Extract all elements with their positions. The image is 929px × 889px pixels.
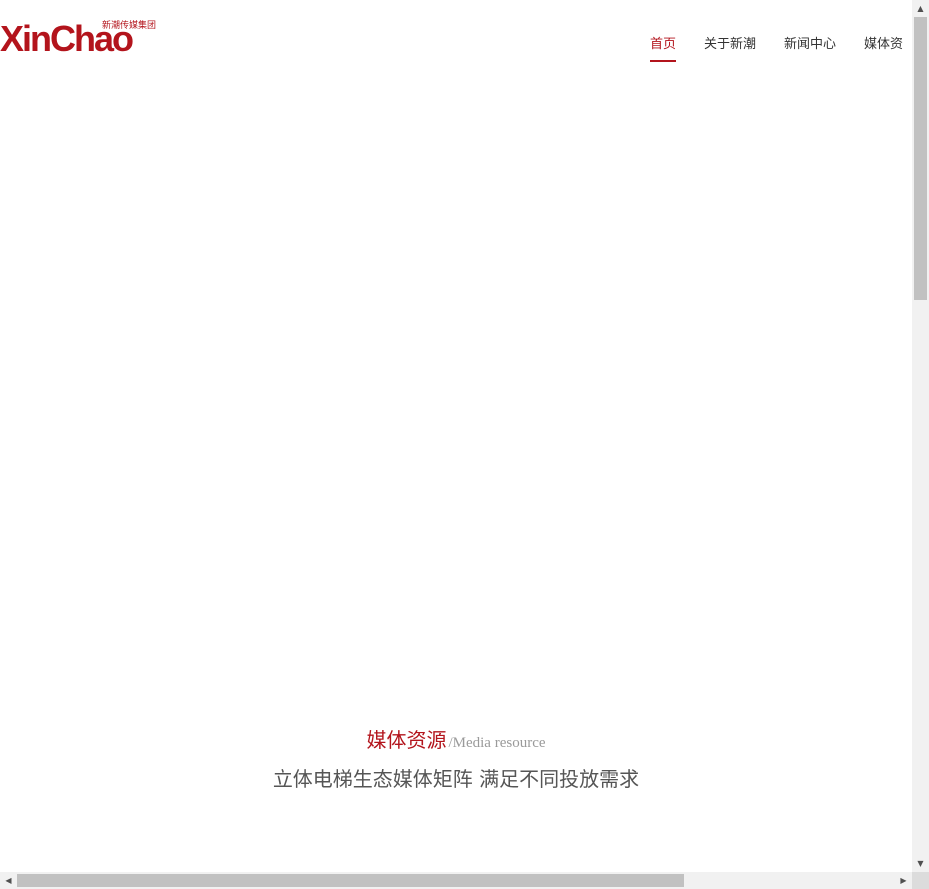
nav-item-media[interactable]: 媒体资 bbox=[850, 36, 912, 64]
nav-item-news[interactable]: 新闻中心 bbox=[770, 36, 850, 64]
section-heading: 媒体资源/Media resource bbox=[0, 724, 912, 753]
page-viewport: 新潮传媒集团 XinChao 首页 关于新潮 新闻中心 媒体资 媒体资源/Med… bbox=[0, 0, 912, 872]
arrow-left-icon[interactable]: ◀ bbox=[0, 872, 17, 889]
logo-text: XinChao bbox=[0, 18, 134, 59]
arrow-down-icon[interactable]: ▼ bbox=[912, 855, 929, 872]
horizontal-scrollbar[interactable]: ◀ ▶ bbox=[0, 872, 912, 889]
vertical-scroll-thumb[interactable] bbox=[914, 17, 927, 300]
vertical-scrollbar[interactable]: ▲ ▼ bbox=[912, 0, 929, 872]
section-title: 媒体资源 bbox=[366, 728, 447, 752]
section-subtitle: 立体电梯生态媒体矩阵 满足不同投放需求 bbox=[272, 767, 640, 791]
nav-item-home[interactable]: 首页 bbox=[640, 36, 686, 64]
brand-logo[interactable]: 新潮传媒集团 XinChao bbox=[0, 18, 170, 60]
section-title-en: /Media resource bbox=[448, 735, 546, 751]
arrow-up-icon[interactable]: ▲ bbox=[912, 0, 929, 17]
horizontal-scroll-thumb[interactable] bbox=[17, 874, 684, 887]
nav-item-about[interactable]: 关于新潮 bbox=[690, 36, 770, 64]
scrollbar-corner bbox=[912, 872, 929, 889]
arrow-right-icon[interactable]: ▶ bbox=[895, 872, 912, 889]
main-nav: 首页 关于新潮 新闻中心 媒体资 bbox=[640, 36, 912, 64]
